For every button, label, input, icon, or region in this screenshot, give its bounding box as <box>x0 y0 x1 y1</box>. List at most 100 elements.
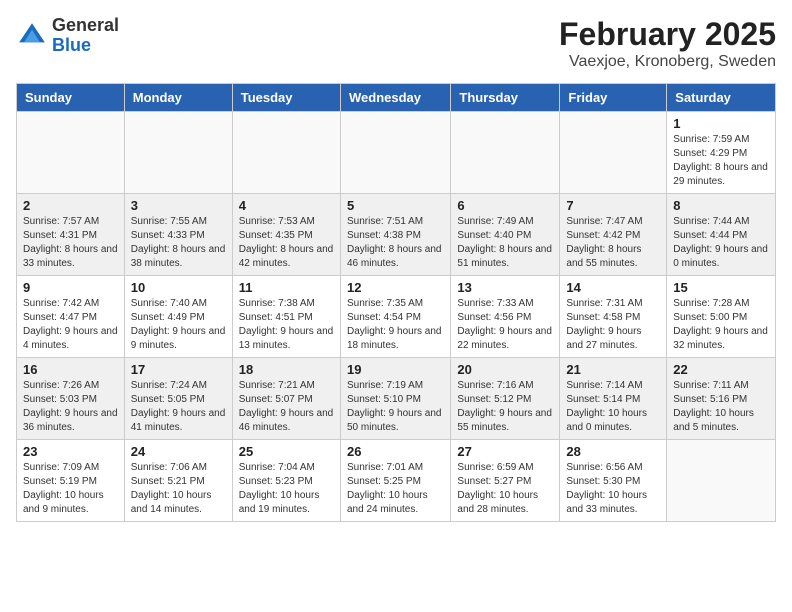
header-sunday: Sunday <box>17 84 125 112</box>
day-number: 20 <box>457 362 553 377</box>
day-info: Sunrise: 7:11 AM Sunset: 5:16 PM Dayligh… <box>673 379 769 435</box>
calendar-cell <box>124 112 232 194</box>
header-friday: Friday <box>560 84 667 112</box>
calendar-cell: 9 Sunrise: 7:42 AM Sunset: 4:47 PM Daylig… <box>17 276 125 358</box>
day-info: Sunrise: 7:06 AM Sunset: 5:21 PM Dayligh… <box>131 461 226 517</box>
calendar-cell: 28 Sunrise: 6:56 AM Sunset: 5:30 PM Dayli… <box>560 440 667 522</box>
logo-text: General Blue <box>52 16 119 56</box>
calendar-cell <box>340 112 450 194</box>
calendar-cell: 12 Sunrise: 7:35 AM Sunset: 4:54 PM Dayli… <box>340 276 450 358</box>
logo: General Blue <box>16 16 119 56</box>
header-wednesday: Wednesday <box>340 84 450 112</box>
title-section: February 2025 Vaexjoe, Kronoberg, Sweden <box>559 16 776 71</box>
calendar-cell: 14 Sunrise: 7:31 AM Sunset: 4:58 PM Dayli… <box>560 276 667 358</box>
day-number: 18 <box>239 362 334 377</box>
day-number: 26 <box>347 444 444 459</box>
week-row-3: 9 Sunrise: 7:42 AM Sunset: 4:47 PM Daylig… <box>17 276 776 358</box>
logo-general: General <box>52 15 119 35</box>
day-number: 15 <box>673 280 769 295</box>
day-number: 6 <box>457 198 553 213</box>
day-number: 2 <box>23 198 118 213</box>
calendar-cell <box>667 440 776 522</box>
calendar-cell: 20Sunrise: 7:16 AM Sunset: 5:12 PM Dayli… <box>451 358 560 440</box>
calendar-cell <box>17 112 125 194</box>
day-info: Sunrise: 7:40 AM Sunset: 4:49 PM Dayligh… <box>131 297 226 353</box>
day-info: Sunrise: 7:53 AM Sunset: 4:35 PM Dayligh… <box>239 215 334 271</box>
calendar-cell: 25 Sunrise: 7:04 AM Sunset: 5:23 PM Dayli… <box>232 440 340 522</box>
logo-blue: Blue <box>52 35 91 55</box>
day-info: Sunrise: 7:19 AM Sunset: 5:10 PM Dayligh… <box>347 379 444 435</box>
day-info: Sunrise: 6:56 AM Sunset: 5:30 PM Dayligh… <box>566 461 660 517</box>
calendar-cell: 27 Sunrise: 6:59 AM Sunset: 5:27 PM Dayli… <box>451 440 560 522</box>
day-number: 24 <box>131 444 226 459</box>
day-info: Sunrise: 7:01 AM Sunset: 5:25 PM Dayligh… <box>347 461 444 517</box>
day-info: Sunrise: 7:59 AM Sunset: 4:29 PM Dayligh… <box>673 133 769 189</box>
day-number: 12 <box>347 280 444 295</box>
calendar-cell: 2 Sunrise: 7:57 AM Sunset: 4:31 PM Daylig… <box>17 194 125 276</box>
calendar-cell <box>232 112 340 194</box>
calendar-cell: 8 Sunrise: 7:44 AM Sunset: 4:44 PM Daylig… <box>667 194 776 276</box>
day-number: 4 <box>239 198 334 213</box>
day-number: 10 <box>131 280 226 295</box>
calendar-cell: 4 Sunrise: 7:53 AM Sunset: 4:35 PM Daylig… <box>232 194 340 276</box>
week-row-2: 2 Sunrise: 7:57 AM Sunset: 4:31 PM Daylig… <box>17 194 776 276</box>
calendar-cell: 13 Sunrise: 7:33 AM Sunset: 4:56 PM Dayli… <box>451 276 560 358</box>
day-info: Sunrise: 7:24 AM Sunset: 5:05 PM Dayligh… <box>131 379 226 435</box>
day-number: 28 <box>566 444 660 459</box>
calendar-cell: 22 Sunrise: 7:11 AM Sunset: 5:16 PM Dayli… <box>667 358 776 440</box>
page-header: General Blue February 2025 Vaexjoe, Kron… <box>16 16 776 71</box>
calendar-cell: 10 Sunrise: 7:40 AM Sunset: 4:49 PM Dayli… <box>124 276 232 358</box>
day-number: 22 <box>673 362 769 377</box>
day-number: 23 <box>23 444 118 459</box>
day-number: 16 <box>23 362 118 377</box>
day-number: 5 <box>347 198 444 213</box>
day-info: Sunrise: 7:57 AM Sunset: 4:31 PM Dayligh… <box>23 215 118 271</box>
day-number: 3 <box>131 198 226 213</box>
day-number: 8 <box>673 198 769 213</box>
week-row-4: 16Sunrise: 7:26 AM Sunset: 5:03 PM Dayli… <box>17 358 776 440</box>
day-number: 19 <box>347 362 444 377</box>
logo-icon <box>16 20 48 52</box>
day-number: 21 <box>566 362 660 377</box>
header-saturday: Saturday <box>667 84 776 112</box>
day-number: 14 <box>566 280 660 295</box>
day-number: 7 <box>566 198 660 213</box>
calendar-cell: 21Sunrise: 7:14 AM Sunset: 5:14 PM Dayli… <box>560 358 667 440</box>
day-info: Sunrise: 7:35 AM Sunset: 4:54 PM Dayligh… <box>347 297 444 353</box>
calendar-cell: 24 Sunrise: 7:06 AM Sunset: 5:21 PM Dayli… <box>124 440 232 522</box>
day-info: Sunrise: 7:51 AM Sunset: 4:38 PM Dayligh… <box>347 215 444 271</box>
day-info: Sunrise: 7:33 AM Sunset: 4:56 PM Dayligh… <box>457 297 553 353</box>
day-info: Sunrise: 6:59 AM Sunset: 5:27 PM Dayligh… <box>457 461 553 517</box>
calendar-cell: 3 Sunrise: 7:55 AM Sunset: 4:33 PM Daylig… <box>124 194 232 276</box>
calendar-cell: 5 Sunrise: 7:51 AM Sunset: 4:38 PM Daylig… <box>340 194 450 276</box>
header-tuesday: Tuesday <box>232 84 340 112</box>
calendar-cell <box>560 112 667 194</box>
calendar-cell: 6Sunrise: 7:49 AM Sunset: 4:40 PM Daylig… <box>451 194 560 276</box>
week-row-5: 23Sunrise: 7:09 AM Sunset: 5:19 PM Dayli… <box>17 440 776 522</box>
calendar-cell: 19 Sunrise: 7:19 AM Sunset: 5:10 PM Dayli… <box>340 358 450 440</box>
day-number: 11 <box>239 280 334 295</box>
day-info: Sunrise: 7:21 AM Sunset: 5:07 PM Dayligh… <box>239 379 334 435</box>
calendar-cell: 16Sunrise: 7:26 AM Sunset: 5:03 PM Dayli… <box>17 358 125 440</box>
day-info: Sunrise: 7:04 AM Sunset: 5:23 PM Dayligh… <box>239 461 334 517</box>
calendar-cell: 15 Sunrise: 7:28 AM Sunset: 5:00 PM Dayli… <box>667 276 776 358</box>
day-info: Sunrise: 7:42 AM Sunset: 4:47 PM Dayligh… <box>23 297 118 353</box>
day-number: 13 <box>457 280 553 295</box>
day-number: 25 <box>239 444 334 459</box>
calendar-table: SundayMondayTuesdayWednesdayThursdayFrid… <box>16 83 776 522</box>
calendar-cell: 11Sunrise: 7:38 AM Sunset: 4:51 PM Dayli… <box>232 276 340 358</box>
calendar-cell: 18 Sunrise: 7:21 AM Sunset: 5:07 PM Dayli… <box>232 358 340 440</box>
calendar-cell <box>451 112 560 194</box>
calendar-subtitle: Vaexjoe, Kronoberg, Sweden <box>559 53 776 71</box>
day-info: Sunrise: 7:28 AM Sunset: 5:00 PM Dayligh… <box>673 297 769 353</box>
day-info: Sunrise: 7:31 AM Sunset: 4:58 PM Dayligh… <box>566 297 660 353</box>
day-number: 9 <box>23 280 118 295</box>
header-row: SundayMondayTuesdayWednesdayThursdayFrid… <box>17 84 776 112</box>
day-number: 27 <box>457 444 553 459</box>
day-info: Sunrise: 7:44 AM Sunset: 4:44 PM Dayligh… <box>673 215 769 271</box>
day-number: 17 <box>131 362 226 377</box>
header-thursday: Thursday <box>451 84 560 112</box>
day-info: Sunrise: 7:55 AM Sunset: 4:33 PM Dayligh… <box>131 215 226 271</box>
calendar-cell: 17 Sunrise: 7:24 AM Sunset: 5:05 PM Dayli… <box>124 358 232 440</box>
calendar-cell: 1Sunrise: 7:59 AM Sunset: 4:29 PM Daylig… <box>667 112 776 194</box>
